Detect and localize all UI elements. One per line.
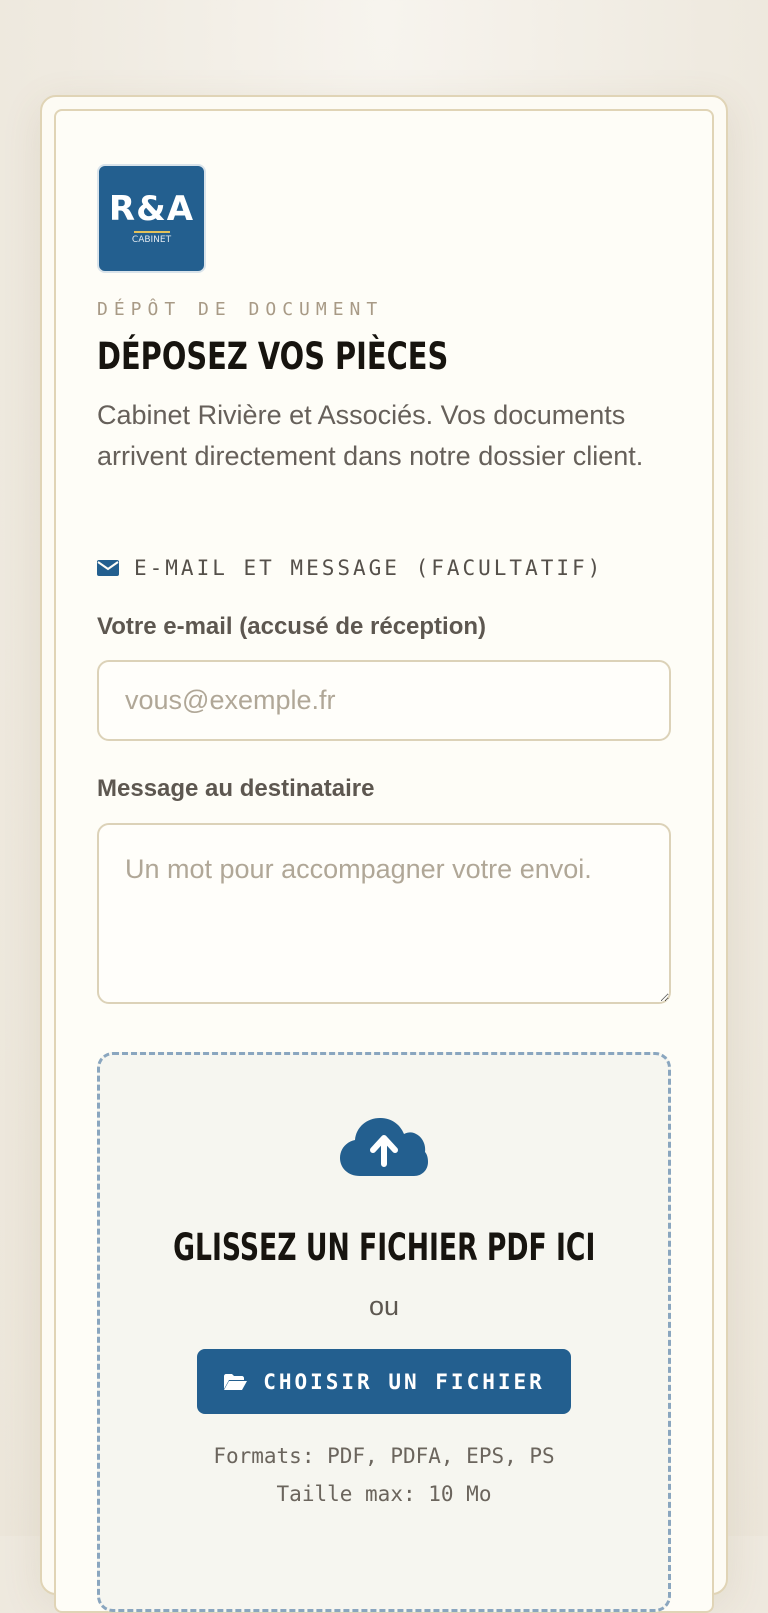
firm-logo: R&A CABINET xyxy=(97,164,206,273)
dropzone-title: GLISSEZ UN FICHIER PDF ICI xyxy=(172,1226,596,1269)
dropzone-title-wrap: GLISSEZ UN FICHIER PDF ICI xyxy=(0,1226,768,1269)
cloud-upload-icon xyxy=(340,1118,428,1176)
email-field[interactable] xyxy=(97,660,671,741)
envelope-icon xyxy=(97,560,119,576)
logo-subtext: CABINET xyxy=(131,235,172,245)
accepted-formats: Formats: PDF, PDFA, EPS, PS xyxy=(213,1444,555,1468)
page-intro: Cabinet Rivière et Associés. Vos documen… xyxy=(97,400,644,471)
section-heading: E-MAIL ET MESSAGE (FACULTATIF) xyxy=(97,556,603,580)
choose-file-label: CHOISIR UN FICHIER xyxy=(263,1369,545,1394)
max-file-size: Taille max: 10 Mo xyxy=(276,1482,492,1506)
choose-file-button[interactable]: CHOISIR UN FICHIER xyxy=(197,1349,571,1414)
folder-open-icon xyxy=(224,1373,248,1390)
message-textarea[interactable] xyxy=(97,823,671,1004)
page-title: DÉPOSEZ VOS PIÈCES xyxy=(97,335,449,378)
page-eyebrow: DÉPÔT DE DOCUMENT xyxy=(97,299,384,320)
message-label: Message au destinataire xyxy=(97,775,375,802)
logo-underline xyxy=(133,231,170,233)
email-label: Votre e-mail (accusé de réception) xyxy=(97,613,487,640)
logo-text: R&A xyxy=(108,189,195,229)
section-heading-label: E-MAIL ET MESSAGE (FACULTATIF) xyxy=(134,556,604,580)
dropzone-or: ou xyxy=(368,1291,400,1321)
